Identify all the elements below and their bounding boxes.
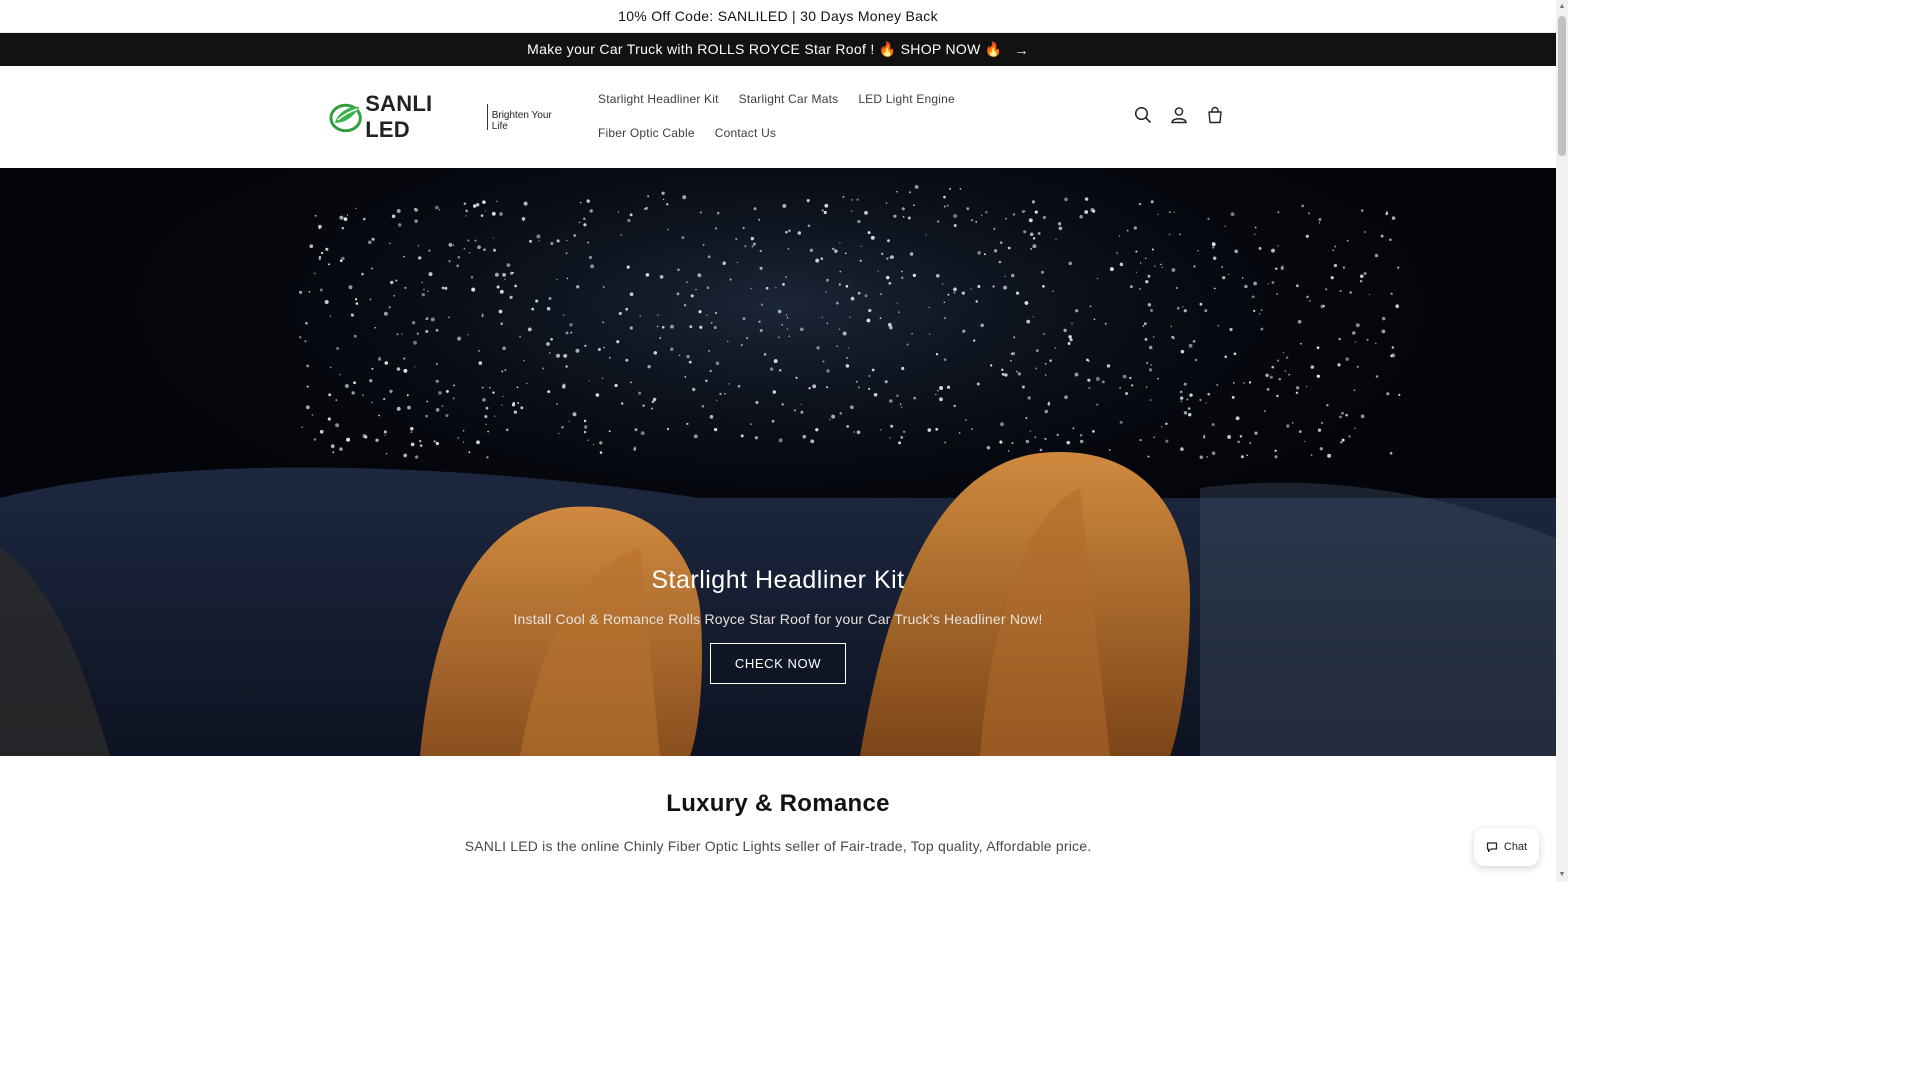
scroll-up-icon[interactable]: ▲ [1558, 3, 1566, 11]
page-scrollbar[interactable]: ▲ ▼ [1556, 0, 1568, 882]
nav-fiber-optic-cable[interactable]: Fiber Optic Cable [588, 116, 705, 150]
announcement-text: 10% Off Code: SANLILED | 30 Days Money B… [618, 8, 938, 24]
main-nav: Starlight Headliner Kit Starlight Car Ma… [588, 82, 1068, 150]
announcement-bar-top: 10% Off Code: SANLILED | 30 Days Money B… [0, 0, 1556, 33]
hero-banner: Starlight Headliner Kit Install Cool & R… [0, 168, 1556, 756]
account-icon[interactable] [1168, 104, 1190, 126]
announcement-bar-promo[interactable]: Make your Car Truck with ROLLS ROYCE Sta… [0, 33, 1556, 66]
search-icon[interactable] [1132, 104, 1154, 126]
chat-bubble-icon [1486, 842, 1497, 853]
site-header: SANLI LED Brighten Your Life Starlight H… [0, 66, 1556, 168]
promo-link-text[interactable]: Make your Car Truck with ROLLS ROYCE Sta… [527, 41, 1002, 58]
nav-contact-us[interactable]: Contact Us [705, 116, 786, 150]
arrow-right-icon[interactable]: → [1015, 42, 1029, 58]
chat-label: Chat [1503, 841, 1528, 853]
intro-section: Luxury & Romance SANLI LED is the online… [0, 756, 1556, 882]
scrollbar-thumb[interactable] [1558, 16, 1566, 156]
cart-icon[interactable] [1204, 104, 1226, 126]
nav-led-light-engine[interactable]: LED Light Engine [848, 82, 965, 116]
logo-divider [486, 104, 488, 130]
scroll-down-icon[interactable]: ▼ [1558, 871, 1566, 879]
check-now-button[interactable]: CHECK NOW [709, 643, 847, 684]
intro-text: SANLI LED is the online Chinly Fiber Opt… [464, 838, 1092, 854]
chat-button[interactable]: Chat [1474, 828, 1539, 866]
hero-subtitle: Install Cool & Romance Rolls Royce Star … [513, 611, 1043, 627]
nav-starlight-headliner-kit[interactable]: Starlight Headliner Kit [588, 82, 729, 116]
hero-title: Starlight Headliner Kit [651, 566, 905, 594]
logo-brand: SANLI LED [365, 91, 433, 142]
nav-starlight-car-mats[interactable]: Starlight Car Mats [729, 82, 849, 116]
logo-link[interactable]: SANLI LED Brighten Your Life [329, 91, 569, 142]
page: 10% Off Code: SANLILED | 30 Days Money B… [0, 0, 1556, 882]
header-icons [1132, 104, 1226, 126]
intro-title: Luxury & Romance [666, 790, 890, 817]
hero-content: Starlight Headliner Kit Install Cool & R… [0, 566, 1556, 684]
logo-leaf-icon [329, 103, 362, 133]
logo-tagline: Brighten Your Life [491, 110, 552, 132]
